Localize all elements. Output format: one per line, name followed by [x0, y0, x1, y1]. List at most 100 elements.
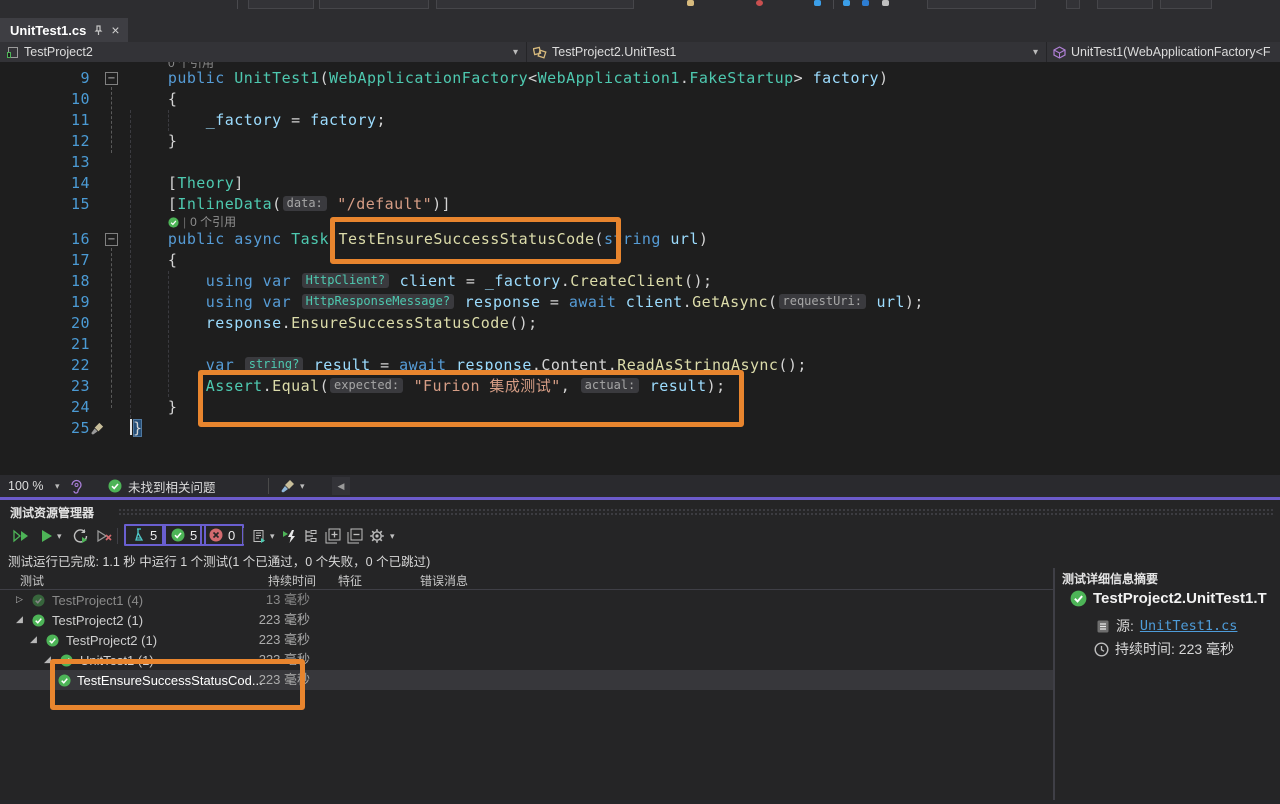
toolbar-icon[interactable]	[814, 0, 821, 6]
toolbar-dropdown[interactable]	[319, 0, 429, 9]
cancel-run-icon[interactable]	[96, 525, 113, 547]
close-icon[interactable]: ×	[111, 23, 119, 37]
tab-unittest1[interactable]: UnitTest1.cs ×	[0, 18, 128, 42]
code-line-14[interactable]: 14 [Theory]	[0, 173, 1280, 194]
test-result-icon	[46, 630, 59, 650]
tree-toggle-icon[interactable]: ◢	[30, 630, 37, 650]
line-number: 23	[52, 376, 90, 397]
toolbar-icon[interactable]	[843, 0, 850, 6]
code-editor[interactable]: 0 个引用 9 public UnitTest1(WebApplicationF…	[0, 62, 1280, 475]
code-line-10[interactable]: 10 {	[0, 89, 1280, 110]
hierarchy-icon[interactable]	[304, 525, 318, 547]
panel-splitter[interactable]	[1053, 568, 1055, 804]
nav-project-dropdown[interactable]: TestProject2 ▾	[0, 42, 527, 62]
test-row[interactable]: ▷TestProject1 (4)13 毫秒	[0, 590, 1053, 610]
code-line-13[interactable]: 13	[0, 152, 1280, 173]
nav-member-dropdown[interactable]: UnitTest1(WebApplicationFactory<F	[1047, 42, 1280, 62]
test-label: TestProject1 (4)	[52, 590, 143, 610]
code-line-15[interactable]: 15 [InlineData(data: "/default")]	[0, 194, 1280, 215]
test-label: TestProject2 (1)	[66, 630, 157, 650]
test-duration: 223 毫秒	[225, 670, 310, 690]
playlist-icon[interactable]	[252, 525, 267, 547]
filter-total-tests[interactable]: 5	[124, 524, 166, 546]
column-header[interactable]: 特征	[338, 572, 362, 589]
line-number: 10	[52, 89, 90, 110]
gear-icon[interactable]	[369, 525, 385, 547]
fold-line	[111, 87, 112, 153]
code-line-19[interactable]: 19 using var HttpResponseMessage? respon…	[0, 292, 1280, 313]
tree-toggle-icon[interactable]: ▷	[16, 590, 23, 610]
code-line-24[interactable]: 24 }	[0, 397, 1280, 418]
line-number: 17	[52, 250, 90, 271]
zoom-control[interactable]: 100 %	[8, 475, 43, 497]
problems-indicator[interactable]: 未找到相关问题	[108, 475, 216, 497]
collapse-all-icon[interactable]	[347, 525, 363, 547]
chevron-down-icon[interactable]: ▾	[270, 525, 275, 547]
filter-failed-tests[interactable]: 0	[200, 524, 244, 546]
test-row[interactable]: TestEnsureSuccessStatusCod...223 毫秒	[0, 670, 1053, 690]
code-line-25[interactable]: 25 }	[0, 418, 1280, 439]
document-tab-bar: UnitTest1.cs ×	[0, 10, 1280, 42]
nav-type-dropdown[interactable]: TestProject2.UnitTest1 ▾	[527, 42, 1047, 62]
chevron-down-icon[interactable]: ▾	[390, 525, 395, 547]
code-line-18[interactable]: 18 using var HttpClient? client = _facto…	[0, 271, 1280, 292]
repeat-run-icon[interactable]	[72, 525, 89, 547]
code-line-22[interactable]: 22 var string? result = await response.C…	[0, 355, 1280, 376]
column-header[interactable]: 测试	[20, 572, 44, 589]
code-line-17[interactable]: 17 {	[0, 250, 1280, 271]
toolbar-icon[interactable]	[756, 0, 763, 6]
scroll-left-arrow[interactable]: ◀	[332, 477, 350, 495]
editor-status-bar: 100 % ▾ 未找到相关问题 ▾ ◀	[0, 475, 1280, 497]
toolbar-dropdown[interactable]	[436, 0, 634, 9]
chevron-down-icon[interactable]: ▾	[300, 475, 305, 497]
chevron-down-icon[interactable]: ▾	[55, 475, 60, 497]
code-line-20[interactable]: 20 response.EnsureSuccessStatusCode();	[0, 313, 1280, 334]
indent-guide	[168, 110, 169, 131]
line-number: 9	[52, 68, 90, 89]
navigation-bar: TestProject2 ▾ TestProject2.UnitTest1 ▾ …	[0, 42, 1280, 62]
table-header[interactable]: 测试 持续时间 特征 错误消息	[0, 568, 1053, 590]
toolbar-icon[interactable]	[882, 0, 889, 6]
listen-icon[interactable]	[70, 475, 83, 497]
codelens-references[interactable]: |0 个引用	[168, 215, 236, 229]
test-row[interactable]: ◢ TestProject2 (1) 223 毫秒	[0, 630, 1053, 650]
expand-all-icon[interactable]	[325, 525, 341, 547]
fold-collapse-box[interactable]: −	[105, 233, 118, 246]
line-number: 20	[52, 313, 90, 334]
toolbar-dropdown[interactable]	[248, 0, 314, 9]
code-line-11[interactable]: 11 _factory = factory;	[0, 110, 1280, 131]
run-all-icon[interactable]	[12, 525, 30, 547]
test-duration: 223 毫秒	[225, 630, 310, 650]
run-icon[interactable]	[40, 525, 53, 547]
test-row[interactable]: ◢TestProject2 (1)223 毫秒	[0, 610, 1053, 630]
code-line-21[interactable]: 21	[0, 334, 1280, 355]
toolbar-icon[interactable]	[862, 0, 869, 6]
test-label: TestProject2 (1)	[52, 610, 143, 630]
toolbar-dropdown[interactable]	[927, 0, 1036, 9]
chevron-down-icon: ▾	[1033, 47, 1038, 58]
tree-toggle-icon[interactable]: ◢	[44, 650, 51, 670]
tree-toggle-icon[interactable]: ◢	[16, 610, 23, 630]
fold-collapse-box[interactable]: −	[105, 72, 118, 85]
toolbar-dropdown[interactable]	[1160, 0, 1212, 9]
code-line-16[interactable]: 16 public async Task TestEnsureSuccessSt…	[0, 229, 1280, 250]
tab-label: UnitTest1.cs	[10, 23, 86, 38]
code-line-23[interactable]: 23 Assert.Equal(expected: "Furion 集成测试",…	[0, 376, 1280, 397]
drag-grip[interactable]	[118, 508, 1274, 515]
code-line-12[interactable]: 12 }	[0, 131, 1280, 152]
check-circle-icon	[32, 594, 45, 607]
chevron-down-icon[interactable]: ▾	[57, 525, 62, 547]
toolbar-button[interactable]	[1066, 0, 1080, 9]
indent-guide	[130, 110, 131, 418]
pin-icon[interactable]	[93, 25, 104, 36]
panel-title-bar[interactable]: 测试资源管理器	[0, 500, 1280, 522]
toolbar-icon[interactable]	[687, 0, 694, 6]
code-line-9[interactable]: 9 public UnitTest1(WebApplicationFactory…	[0, 68, 1280, 89]
test-row[interactable]: ◢UnitTest1 (1)223 毫秒	[0, 650, 1053, 670]
source-file-link[interactable]: UnitTest1.cs	[1140, 618, 1238, 634]
code-cleanup-brush-icon[interactable]	[280, 475, 296, 497]
run-lightning-icon[interactable]	[282, 525, 298, 547]
toolbar-dropdown[interactable]	[1097, 0, 1153, 9]
column-header[interactable]: 持续时间	[268, 572, 316, 589]
column-header[interactable]: 错误消息	[420, 572, 468, 589]
